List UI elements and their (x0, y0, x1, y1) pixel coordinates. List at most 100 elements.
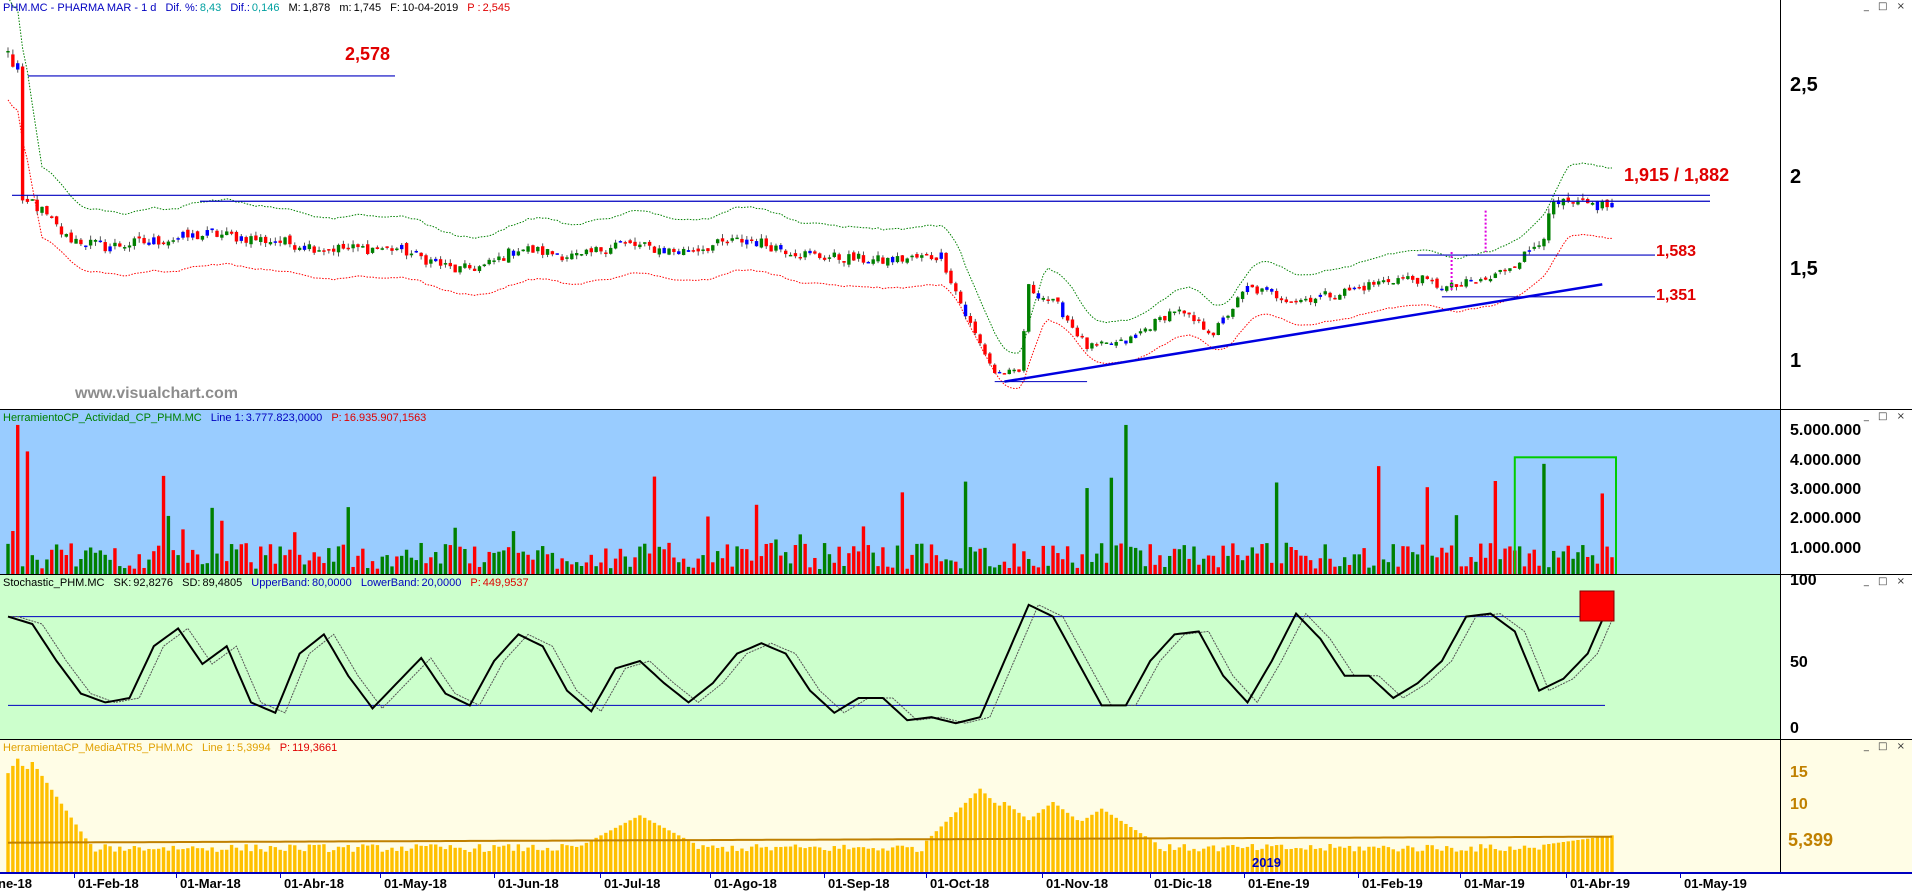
stochastic-y-tick-1: 50 (1790, 654, 1808, 671)
volume-bar (1367, 567, 1371, 574)
volume-y-tick-4: 1.000.000 (1790, 540, 1862, 557)
candle-body (1017, 369, 1021, 372)
price-pane-window-buttons[interactable]: _ □ × (1864, 1, 1908, 12)
atr-pane-window-buttons[interactable]: _ □ × (1864, 741, 1908, 752)
atr-bar (443, 849, 448, 872)
candle-body (472, 268, 477, 271)
volume-bar (1027, 558, 1031, 574)
candle-body (944, 252, 948, 273)
candle-body (370, 247, 375, 253)
atr-bar (1061, 809, 1065, 872)
volume-chart[interactable] (0, 410, 1780, 575)
atr-bar (409, 848, 414, 872)
atr-bar (152, 849, 156, 872)
candle-body (1420, 275, 1425, 284)
atr-bar (1017, 812, 1021, 872)
candle-body (244, 237, 248, 243)
volume-bar (638, 546, 642, 574)
atr-bar (506, 844, 511, 872)
atr-bar (215, 851, 219, 872)
atr-bar (1124, 823, 1128, 872)
x-axis-label: 01-Dic-18 (1154, 876, 1212, 891)
atr-pane-header: HerramientaCP_MediaATR5_PHM.MC Line 1: 5,… (3, 742, 343, 754)
candle-body (434, 258, 438, 262)
volume-bar (429, 557, 433, 574)
volume-bar (570, 564, 574, 574)
candle-body (458, 266, 462, 273)
volume-bar (1216, 567, 1220, 574)
volume-bar (1396, 566, 1400, 574)
volume-pane[interactable]: HerramientoCP_Actividad_CP_PHM.MC Line 1… (0, 410, 1912, 575)
atr-bar (327, 851, 331, 872)
candle-body (147, 242, 151, 245)
level-label-mid: 1,583 (1656, 243, 1697, 260)
volume-bar (1085, 488, 1089, 574)
candle-body (1099, 341, 1104, 344)
stochastic-sk-label: SK: (113, 577, 132, 589)
stochastic-pane-window-buttons[interactable]: _ □ × (1864, 576, 1908, 587)
candle-body (1488, 278, 1493, 282)
atr-bar (725, 851, 730, 872)
atr-bar (1211, 845, 1216, 872)
candle-body (1182, 310, 1186, 314)
atr-bar (176, 849, 180, 872)
candle-body (978, 334, 982, 344)
candle-body (1095, 344, 1099, 346)
volume-bar (1449, 545, 1454, 574)
atr-bar (832, 846, 836, 872)
stochastic-pane[interactable]: Stochastic_PHM.MC SK: 92,8276 SD: 89,4805 … (0, 575, 1912, 740)
atr-bar (468, 851, 472, 872)
volume-bar (774, 539, 778, 574)
atr-bar (249, 851, 253, 872)
atr-bar (1099, 808, 1104, 872)
volume-bar (1362, 548, 1366, 574)
candle-body (64, 234, 69, 237)
volume-bar (886, 566, 890, 574)
candle-body (604, 252, 608, 254)
candle-body (1245, 286, 1250, 293)
atr-bar (137, 847, 141, 872)
atr-bar (837, 848, 841, 872)
atr-bar (419, 845, 423, 872)
volume-bar (108, 559, 112, 574)
price-chart[interactable] (0, 0, 1780, 410)
min-value: 1,745 (353, 2, 382, 14)
atr-bar (545, 847, 550, 872)
atr-bar (1231, 844, 1235, 872)
candle-body (915, 254, 919, 258)
stochastic-chart[interactable] (0, 575, 1780, 740)
candle-body (749, 239, 754, 241)
candle-body (847, 254, 851, 265)
candle-body (327, 249, 331, 251)
volume-bar (220, 520, 224, 574)
atr-bar (774, 846, 778, 872)
volume-bar (594, 566, 598, 574)
price-pane[interactable]: PHM.MC - PHARMA MAR - 1 d Dif. %: 8,43 Di… (0, 0, 1912, 410)
volume-bar (205, 563, 209, 574)
volume-bar (1012, 543, 1016, 574)
candle-body (1425, 276, 1429, 279)
atr-chart[interactable] (0, 740, 1780, 872)
candle-body (122, 247, 127, 249)
volume-bar (730, 566, 734, 574)
volume-bar (122, 568, 127, 574)
volume-bar (361, 548, 365, 574)
volume-bar (6, 543, 10, 574)
atr-bar (1522, 845, 1527, 872)
atr-bar (1177, 847, 1182, 872)
dif-pct-value: 8,43 (199, 2, 222, 14)
price-y-axis (1780, 0, 1912, 409)
volume-pane-window-buttons[interactable]: _ □ × (1864, 411, 1908, 422)
volume-bar (1294, 550, 1298, 574)
candle-body (881, 257, 885, 264)
atr-bar (1605, 836, 1609, 872)
atr-bar (1226, 845, 1230, 872)
volume-bar (1576, 552, 1580, 574)
candle-body (297, 247, 302, 250)
volume-bar (813, 557, 817, 574)
volume-bar (749, 560, 754, 574)
volume-bar (1221, 545, 1225, 574)
atr-bar (195, 848, 200, 872)
atr-pane[interactable]: HerramientaCP_MediaATR5_PHM.MC Line 1: 5,… (0, 740, 1912, 872)
candle-body (1177, 309, 1182, 312)
